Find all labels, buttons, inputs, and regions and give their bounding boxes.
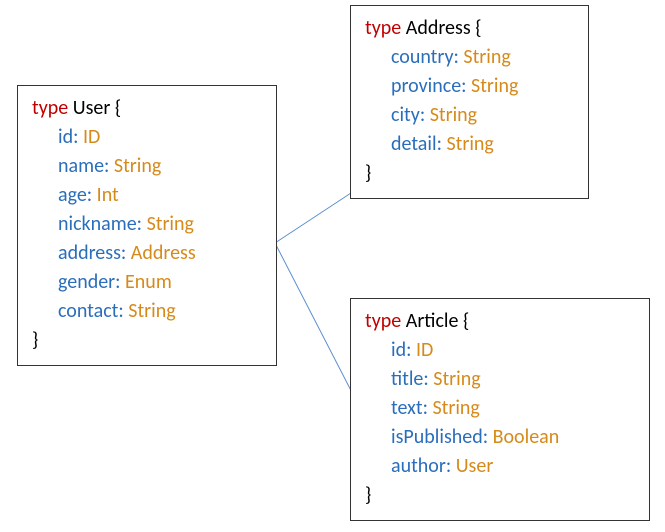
field-name: author (391, 454, 446, 478)
field-type: String (463, 45, 510, 69)
field-type: Enum (125, 270, 172, 294)
field-name: city (391, 103, 420, 127)
field-name: detail (391, 132, 437, 156)
diagram-canvas: type User { id: ID name: String age: Int… (0, 0, 665, 532)
field-gender: gender: Enum (58, 268, 262, 297)
type-name: User (73, 96, 111, 120)
field-address: address: Address (58, 239, 262, 268)
type-box-article: type Article { id: ID title: String text… (350, 298, 650, 521)
colon: : (483, 425, 488, 449)
field-author: author: User (391, 452, 635, 481)
field-nickname: nickname: String (58, 210, 262, 239)
field-ispublished: isPublished: Boolean (391, 423, 635, 452)
type-box-user: type User { id: ID name: String age: Int… (17, 85, 277, 366)
colon: : (420, 103, 425, 127)
colon: : (423, 396, 428, 420)
brace-close: } (365, 481, 635, 510)
field-age: age: Int (58, 181, 262, 210)
field-name-line: name: String (58, 152, 262, 181)
type-box-address: type Address { country: String province:… (350, 5, 589, 199)
keyword-type: type (365, 309, 401, 333)
type-header: type Article { (365, 307, 635, 336)
field-type: String (446, 132, 493, 156)
field-name: age (58, 183, 87, 207)
field-type: String (128, 299, 175, 323)
colon: : (73, 125, 78, 149)
field-name: province (391, 74, 461, 98)
keyword-type: type (365, 16, 401, 40)
colon: : (137, 212, 142, 236)
brace-open: { (463, 309, 469, 333)
colon: : (437, 132, 442, 156)
field-name: isPublished (391, 425, 483, 449)
field-province: province: String (391, 72, 574, 101)
field-name: contact (58, 299, 118, 323)
field-type: User (456, 454, 494, 478)
colon: : (115, 270, 120, 294)
brace-open: { (475, 16, 481, 40)
field-type: String (147, 212, 194, 236)
field-type: ID (416, 338, 433, 362)
field-list: id: ID title: String text: String isPubl… (391, 336, 635, 481)
colon: : (87, 183, 92, 207)
field-type: String (430, 103, 477, 127)
field-city: city: String (391, 101, 574, 130)
field-name: id (391, 338, 406, 362)
field-type: String (432, 396, 479, 420)
field-type: String (471, 74, 518, 98)
field-name: country (391, 45, 454, 69)
field-type: Address (131, 241, 196, 265)
field-list: id: ID name: String age: Int nickname: S… (58, 123, 262, 326)
keyword-type: type (32, 96, 68, 120)
field-name: gender (58, 270, 115, 294)
type-name: Article (406, 309, 459, 333)
field-type: Int (97, 183, 119, 207)
colon: : (118, 299, 123, 323)
field-name: title (391, 367, 423, 391)
brace-open: { (115, 96, 121, 120)
brace-close: } (32, 326, 262, 355)
field-type: ID (83, 125, 100, 149)
field-contact: contact: String (58, 297, 262, 326)
field-name: address (58, 241, 121, 265)
brace-close: } (365, 159, 574, 188)
field-type: String (114, 154, 161, 178)
type-header: type User { (32, 94, 262, 123)
colon: : (406, 338, 411, 362)
field-name: id (58, 125, 73, 149)
field-title: title: String (391, 365, 635, 394)
colon: : (454, 45, 459, 69)
field-name: text (391, 396, 423, 420)
colon: : (104, 154, 109, 178)
field-id: id: ID (58, 123, 262, 152)
colon: : (461, 74, 466, 98)
field-country: country: String (391, 43, 574, 72)
type-name: Address (406, 16, 471, 40)
colon: : (423, 367, 428, 391)
colon: : (121, 241, 126, 265)
field-type: String (433, 367, 480, 391)
field-text: text: String (391, 394, 635, 423)
field-id: id: ID (391, 336, 635, 365)
field-name: nickname (58, 212, 137, 236)
field-list: country: String province: String city: S… (391, 43, 574, 159)
field-type: Boolean (493, 425, 560, 449)
field-detail: detail: String (391, 130, 574, 159)
colon: : (446, 454, 451, 478)
field-name: name (58, 154, 104, 178)
type-header: type Address { (365, 14, 574, 43)
